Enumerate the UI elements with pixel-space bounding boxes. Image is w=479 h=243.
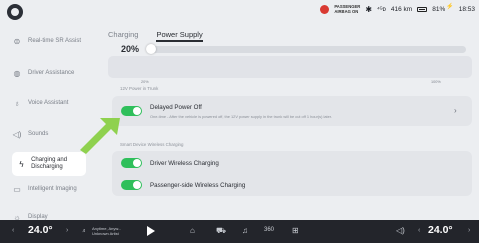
sidebar-item-imaging[interactable]: ▭ Intelligent Imaging <box>12 185 92 194</box>
charging-icon: ϟ <box>19 159 24 169</box>
chevron-right-icon: › <box>454 106 457 115</box>
clock: 18:53 <box>458 6 475 14</box>
app-logo-icon[interactable] <box>7 4 23 20</box>
driver-wireless-toggle[interactable] <box>121 158 142 168</box>
steering-icon: ⊜ <box>13 37 21 46</box>
slider-knob[interactable] <box>146 44 156 54</box>
play-icon[interactable] <box>147 226 155 236</box>
charging-bolt-icon: ⚡ <box>446 4 454 11</box>
bluetooth-icon: ✱ <box>365 5 373 15</box>
volume-icon[interactable]: ◁) <box>396 226 405 235</box>
home-icon[interactable]: ⌂ <box>190 226 195 235</box>
range-text: 416 km <box>390 6 413 14</box>
slider-max-label: 100% <box>431 80 441 84</box>
airbag-warning-icon <box>320 5 330 15</box>
status-right: PASSENGER AIRBAG ON ✱ ⁴ᴳᴅ 416 km 81% ⚡ 1… <box>320 4 475 15</box>
airbag-status: PASSENGER AIRBAG ON <box>334 4 360 14</box>
speaker-icon: ◁) <box>12 130 22 139</box>
tab-bar: Charging Power Supply <box>108 30 204 42</box>
airbag-line2: AIRBAG ON <box>334 8 359 14</box>
signal-icon: ⁴ᴳᴅ <box>377 6 386 13</box>
tab-charging[interactable]: Charging <box>108 30 138 39</box>
slider-value: 20% <box>121 44 140 54</box>
sidebar-item-label: Voice Assistant <box>28 100 69 106</box>
right-temp-down-icon[interactable]: ‹ <box>418 227 420 234</box>
discharge-limit-slider: 20% 20% 100% <box>108 42 472 90</box>
music-icon[interactable]: ♫ <box>242 226 248 235</box>
sidebar-item-sr-assist[interactable]: ⊜ Real-time SR Assist <box>12 37 92 46</box>
driver-assist-icon: ◍ <box>13 69 21 78</box>
sidebar-item-label: Real-time SR Assist <box>28 38 82 44</box>
battery-percent: 81% <box>432 6 446 14</box>
left-temp-up-icon[interactable]: › <box>66 227 68 234</box>
delayed-power-off-card[interactable]: Delayed Power Off One-time - After the v… <box>112 96 472 126</box>
sidebar-item-charging[interactable]: ϟ Charging and Discharging <box>12 152 86 176</box>
sidebar-item-voice-assistant[interactable]: ♁ Voice Assistant <box>12 99 92 108</box>
apps-icon[interactable]: ⊞ <box>292 226 299 235</box>
left-temperature[interactable]: 24.0° <box>28 224 53 236</box>
media-source-icon: ♬ <box>82 228 87 234</box>
voice-icon: ♁ <box>14 99 20 108</box>
section-power-in-trunk: 12V Power in Trunk <box>120 86 159 91</box>
track-artist: Unknown Artist <box>92 231 119 236</box>
left-temp-down-icon[interactable]: ‹ <box>12 227 14 234</box>
360-camera-icon[interactable]: 360 <box>264 227 274 233</box>
slider-min-label: 20% <box>141 80 149 84</box>
camera-icon: ▭ <box>13 185 21 194</box>
right-temperature[interactable]: 24.0° <box>428 224 453 236</box>
section-wireless-charging: Smart Device Wireless Charging <box>120 142 184 147</box>
sidebar-item-label: Intelligent Imaging <box>28 186 77 192</box>
sidebar-item-label: Driver Assistance <box>28 70 75 76</box>
wireless-charging-card: Driver Wireless Charging Passenger-side … <box>112 151 472 196</box>
sidebar-item-label: Sounds <box>28 131 49 137</box>
delayed-power-toggle[interactable] <box>121 106 142 116</box>
sidebar-item-driver-assistance[interactable]: ◍ Driver Assistance <box>12 69 92 78</box>
delayed-power-desc: One-time - After the vehicle is powered … <box>150 114 332 119</box>
sidebar-item-label: Charging and Discharging <box>31 157 68 170</box>
status-bar: PASSENGER AIRBAG ON ✱ ⁴ᴳᴅ 416 km 81% ⚡ 1… <box>0 0 479 24</box>
main-panel: Charging Power Supply 20% 20% 100% 12V P… <box>108 24 473 220</box>
right-temp-up-icon[interactable]: › <box>468 227 470 234</box>
passenger-wireless-title: Passenger-side Wireless Charging <box>150 182 246 189</box>
car-icon[interactable]: ⛟ <box>216 226 226 236</box>
green-arrow-icon <box>80 118 120 154</box>
passenger-wireless-toggle[interactable] <box>121 180 142 190</box>
driver-wireless-title: Driver Wireless Charging <box>150 160 219 167</box>
delayed-power-title: Delayed Power Off <box>150 104 202 111</box>
battery-icon <box>417 7 428 13</box>
slider-background <box>108 56 472 78</box>
slider-track[interactable] <box>146 46 466 53</box>
tab-power-supply[interactable]: Power Supply <box>156 30 204 42</box>
now-playing[interactable]: Anytime, Anyw... Unknown Artist <box>92 226 121 236</box>
bottom-dock: ‹ 24.0° › ♬ Anytime, Anyw... Unknown Art… <box>0 220 479 243</box>
